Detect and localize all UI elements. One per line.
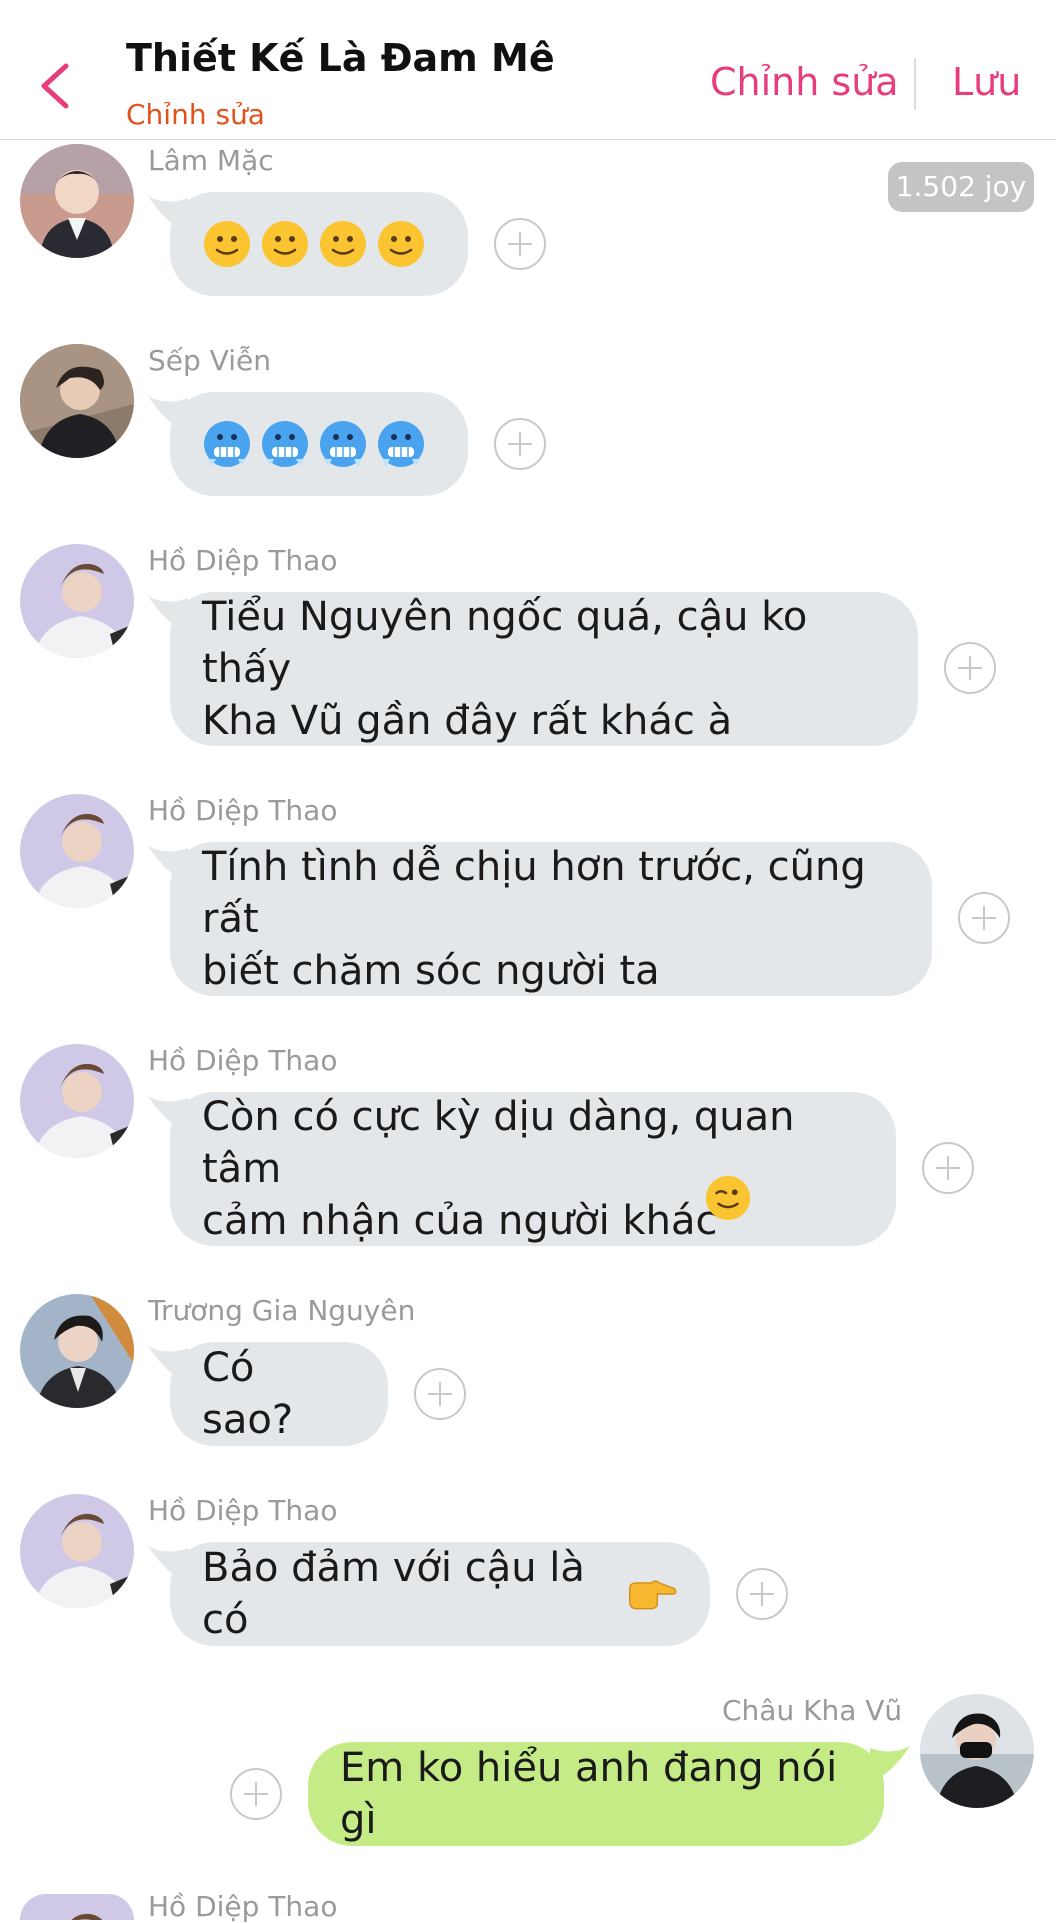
sender-name: Hồ Diệp Thao [148,544,338,577]
cold-face-icon [262,421,308,467]
slightly-smiling-face-icon [320,221,366,267]
message-bubble[interactable] [170,392,468,496]
add-reaction-button[interactable] [736,1568,788,1620]
avatar[interactable] [20,344,134,458]
chat-subtitle: Chỉnh sửa [126,98,265,131]
message-text: Tính tình dễ chịu hơn trước, cũng rất bi… [202,844,866,994]
cold-face-icon [204,421,250,467]
message-text: Còn có cực kỳ dịu dàng, quan tâm cảm nhậ… [202,1094,795,1244]
sender-name: Hồ Diệp Thao [148,794,338,827]
avatar[interactable] [20,1044,134,1158]
chat-title: Thiết Kế Là Đam Mê [126,36,555,80]
avatar[interactable] [20,144,134,258]
avatar[interactable] [920,1694,1034,1808]
message-bubble[interactable] [170,192,468,296]
message-bubble[interactable]: Tính tình dễ chịu hơn trước, cũng rất bi… [170,842,932,996]
add-reaction-button[interactable] [230,1768,282,1820]
header-divider [914,58,916,110]
sender-name: Châu Kha Vũ [722,1694,903,1727]
add-reaction-button[interactable] [922,1142,974,1194]
save-button[interactable]: Lưu [952,60,1021,104]
add-reaction-button[interactable] [494,418,546,470]
slightly-smiling-face-icon [204,221,250,267]
message-bubble[interactable]: Em ko hiểu anh đang nói gì [308,1742,884,1846]
add-reaction-button[interactable] [958,892,1010,944]
message-text: Có sao? [202,1345,294,1443]
chevron-left-icon [41,63,69,109]
slightly-smiling-face-icon [378,221,424,267]
message-text: Bảo đảm với cậu là có [202,1545,585,1643]
backhand-index-pointing-right-icon [629,1580,677,1610]
message-text: Tiểu Nguyên ngốc quá, cậu ko thấy Kha Vũ… [202,594,808,744]
add-reaction-button[interactable] [944,642,996,694]
sender-name: Hồ Diệp Thao [148,1494,338,1527]
message-bubble[interactable]: Còn có cực kỳ dịu dàng, quan tâm cảm nhậ… [170,1092,896,1246]
chat-header: Thiết Kế Là Đam Mê Chỉnh sửa Chỉnh sửa L… [0,0,1056,140]
avatar[interactable] [20,1494,134,1608]
add-reaction-button[interactable] [414,1368,466,1420]
avatar[interactable] [20,1294,134,1408]
cold-face-icon [378,421,424,467]
edit-button[interactable]: Chỉnh sửa [710,60,899,104]
joy-count-badge: 1.502 joy [888,162,1034,212]
add-reaction-button[interactable] [494,218,546,270]
message-text: Em ko hiểu anh đang nói gì [340,1745,838,1843]
sender-name: Trương Gia Nguyên [148,1294,416,1327]
sender-name: Sếp Viễn [148,344,271,377]
cold-face-icon [320,421,366,467]
sender-name: Lâm Mặc [148,144,274,177]
message-bubble[interactable]: Tiểu Nguyên ngốc quá, cậu ko thấy Kha Vũ… [170,592,918,746]
emoji-group [202,219,426,269]
message-bubble[interactable]: Bảo đảm với cậu là có [170,1542,710,1646]
sender-name: Hồ Diệp Thao [148,1044,338,1077]
back-button[interactable] [36,58,76,114]
message-bubble[interactable]: Có sao? [170,1342,388,1446]
winking-face-icon [705,1175,751,1221]
avatar[interactable] [20,544,134,658]
avatar[interactable] [20,794,134,908]
slightly-smiling-face-icon [262,221,308,267]
avatar[interactable] [20,1894,134,1920]
emoji-group [202,419,426,469]
sender-name: Hồ Diệp Thao [148,1890,338,1923]
